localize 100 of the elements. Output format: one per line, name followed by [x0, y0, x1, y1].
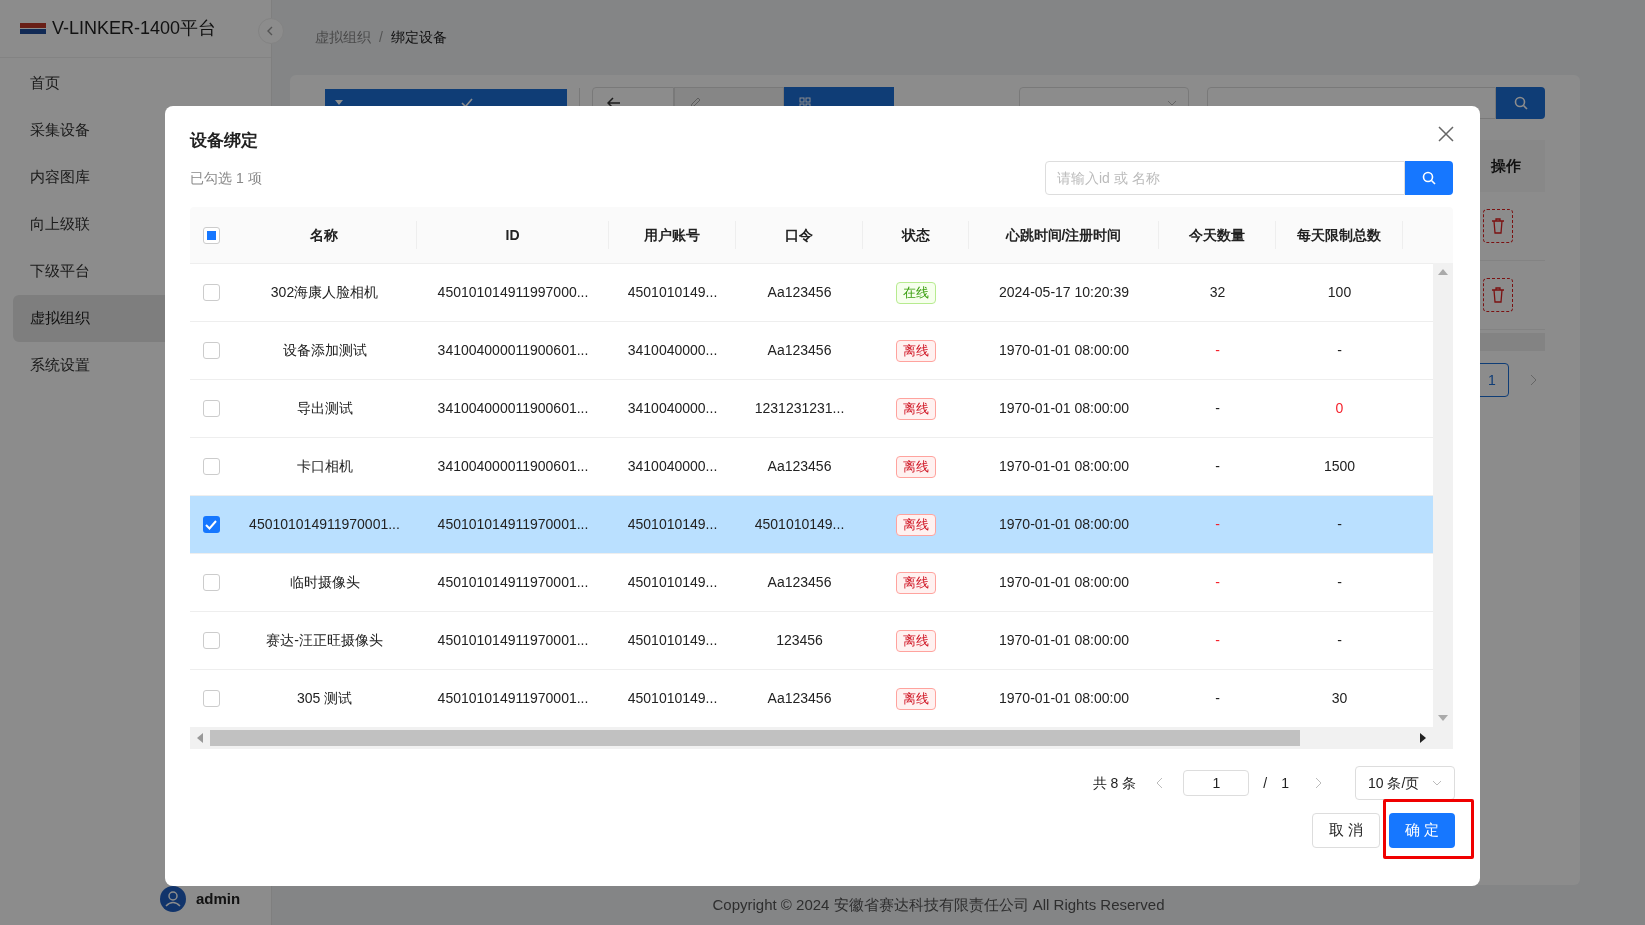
cancel-button[interactable]: 取 消 [1311, 813, 1380, 848]
search-icon [1422, 171, 1436, 185]
table-cell-text: 临时摄像头 [289, 573, 360, 592]
search-icon [1513, 96, 1528, 110]
table-cell-text: 32 [1209, 283, 1226, 302]
total-count: 共 8 条 [1092, 773, 1137, 793]
checkbox[interactable] [202, 342, 220, 359]
table-cell-text: Aa123456 [767, 341, 832, 360]
column-header: 操作 [1491, 155, 1521, 176]
table-cell-text: 3410040000... [627, 399, 718, 418]
table-cell-text: - [1215, 341, 1220, 360]
table-cell-text: 341004000011900601... [437, 341, 589, 360]
checkbox[interactable] [202, 574, 220, 591]
breadcrumb-separator: / [379, 28, 383, 47]
checkbox[interactable] [202, 284, 220, 301]
scroll-right-icon[interactable] [1420, 733, 1426, 743]
chevron-left-icon[interactable] [1156, 777, 1164, 789]
table-cell-text: 4501010149... [754, 515, 845, 534]
page-separator: / [1263, 773, 1268, 793]
status-tag: 离线 [896, 455, 936, 478]
breadcrumb-item: 绑定设备 [390, 28, 447, 47]
table-cell-text: 1970-01-01 08:00:00 [999, 689, 1129, 708]
scrollbar-thumb[interactable] [210, 730, 1300, 746]
table-cell-text: 450101014911970001... [437, 631, 589, 650]
user-name: admin [196, 888, 241, 909]
confirm-button[interactable]: 确 定 [1388, 813, 1455, 848]
table-cell-text: 4501010149... [627, 689, 718, 708]
table-cell-text: - [1215, 515, 1220, 534]
table-cell-text: 1970-01-01 08:00:00 [999, 631, 1129, 650]
table-cell-text: 341004000011900601... [437, 399, 589, 418]
table-cell-text: - [1215, 689, 1220, 708]
table-cell-text: 450101014911970001... [437, 689, 589, 708]
logo-title: V-LINKER-1400平台 [52, 17, 217, 40]
page-input[interactable]: 1 [1183, 770, 1250, 796]
column-header: 心跳时间/注册时间 [1005, 225, 1122, 245]
status-tag: 在线 [896, 281, 936, 304]
column-header: 状态 [901, 225, 930, 245]
column-header: 口令 [785, 225, 813, 245]
table-cell-text: 1970-01-01 08:00:00 [999, 573, 1129, 592]
horizontal-scrollbar[interactable] [190, 727, 1453, 749]
table-cell-text: 设备添加测试 [282, 341, 367, 360]
column-header: 名称 [310, 225, 338, 245]
trash-icon [1491, 218, 1505, 234]
menu-item[interactable]: 首页 [13, 60, 258, 107]
table-cell-text: 导出测试 [296, 399, 353, 418]
checkbox[interactable] [202, 690, 220, 707]
table-row[interactable]: 450101014911970001... 450101014911970001... 4501010149... 4501010149... 离线 1970-01-01 08:00:00 - - [190, 495, 1433, 553]
table-cell-text: 450101014911970001... [249, 515, 400, 534]
status-tag: 离线 [896, 513, 936, 536]
close-icon[interactable] [1438, 126, 1454, 142]
table-cell-text: 100 [1327, 283, 1352, 302]
checkbox[interactable] [202, 632, 220, 649]
column-header: ID [505, 225, 520, 245]
table-cell-text: 3410040000... [627, 457, 718, 476]
table-cell-text: - [1337, 631, 1342, 650]
table-cell-text: 2024-05-17 10:20:39 [999, 283, 1129, 302]
search-button[interactable] [1405, 161, 1453, 195]
chevron-down-icon [1167, 100, 1177, 106]
search-button[interactable] [1496, 87, 1545, 119]
table-cell-text: Aa123456 [767, 689, 832, 708]
collapse-button[interactable] [258, 18, 284, 44]
search-field[interactable]: 请输入id 或 名称 [1045, 161, 1405, 195]
vertical-scrollbar[interactable] [1433, 263, 1453, 727]
delete-button[interactable] [1483, 209, 1513, 243]
arrow-left-icon [607, 97, 621, 109]
table-cell-text: 4501010149... [627, 573, 718, 592]
status-tag: 离线 [896, 397, 936, 420]
scroll-left-icon[interactable] [197, 733, 203, 743]
delete-button[interactable] [1483, 278, 1513, 312]
table-cell-text: Aa123456 [767, 573, 832, 592]
table-cell-text: 3410040000... [627, 341, 718, 360]
status-tag: 离线 [896, 571, 936, 594]
table-cell-text: 赛达-汪正旺摄像头 [266, 631, 383, 650]
table-cell-text: 4501010149... [627, 515, 718, 534]
copyright-text: Copyright © 2024 安徽省赛达科技有限责任公司 All Rights Reserved [711, 894, 1166, 915]
table-cell-text: 1970-01-01 08:00:00 [999, 341, 1129, 360]
table-cell-text: 卡口相机 [296, 457, 353, 476]
table-cell-text: 123456 [776, 631, 823, 650]
selection-count: 已勾选 1 项 [190, 168, 262, 188]
table-cell-text: 341004000011900601... [437, 457, 589, 476]
table-cell-text: 1970-01-01 08:00:00 [999, 515, 1129, 534]
table-cell-text: 4501010149... [627, 631, 718, 650]
table-cell-text: 450101014911997000... [437, 283, 589, 302]
table-cell-text: 30 [1331, 689, 1348, 708]
table-cell-text: 302海康人脸相机 [270, 283, 379, 302]
chevron-right-icon[interactable] [1529, 374, 1537, 386]
page-total: 1 [1281, 773, 1289, 793]
checkbox[interactable] [202, 458, 220, 475]
checkbox[interactable] [202, 226, 220, 244]
scroll-up-icon[interactable] [1438, 269, 1448, 275]
table-cell-text: Aa123456 [767, 457, 832, 476]
checkbox[interactable] [202, 516, 220, 533]
table-cell-text: 1231231231... [754, 399, 845, 418]
trash-icon [1491, 287, 1505, 303]
chevron-right-icon[interactable] [1315, 777, 1322, 789]
table-cell-text: 305 测试 [296, 689, 353, 708]
checkbox[interactable] [202, 400, 220, 417]
page-size-select[interactable]: 10 条/页 [1355, 766, 1455, 800]
scroll-down-icon[interactable] [1438, 715, 1448, 721]
column-header: 今天数量 [1189, 225, 1245, 245]
